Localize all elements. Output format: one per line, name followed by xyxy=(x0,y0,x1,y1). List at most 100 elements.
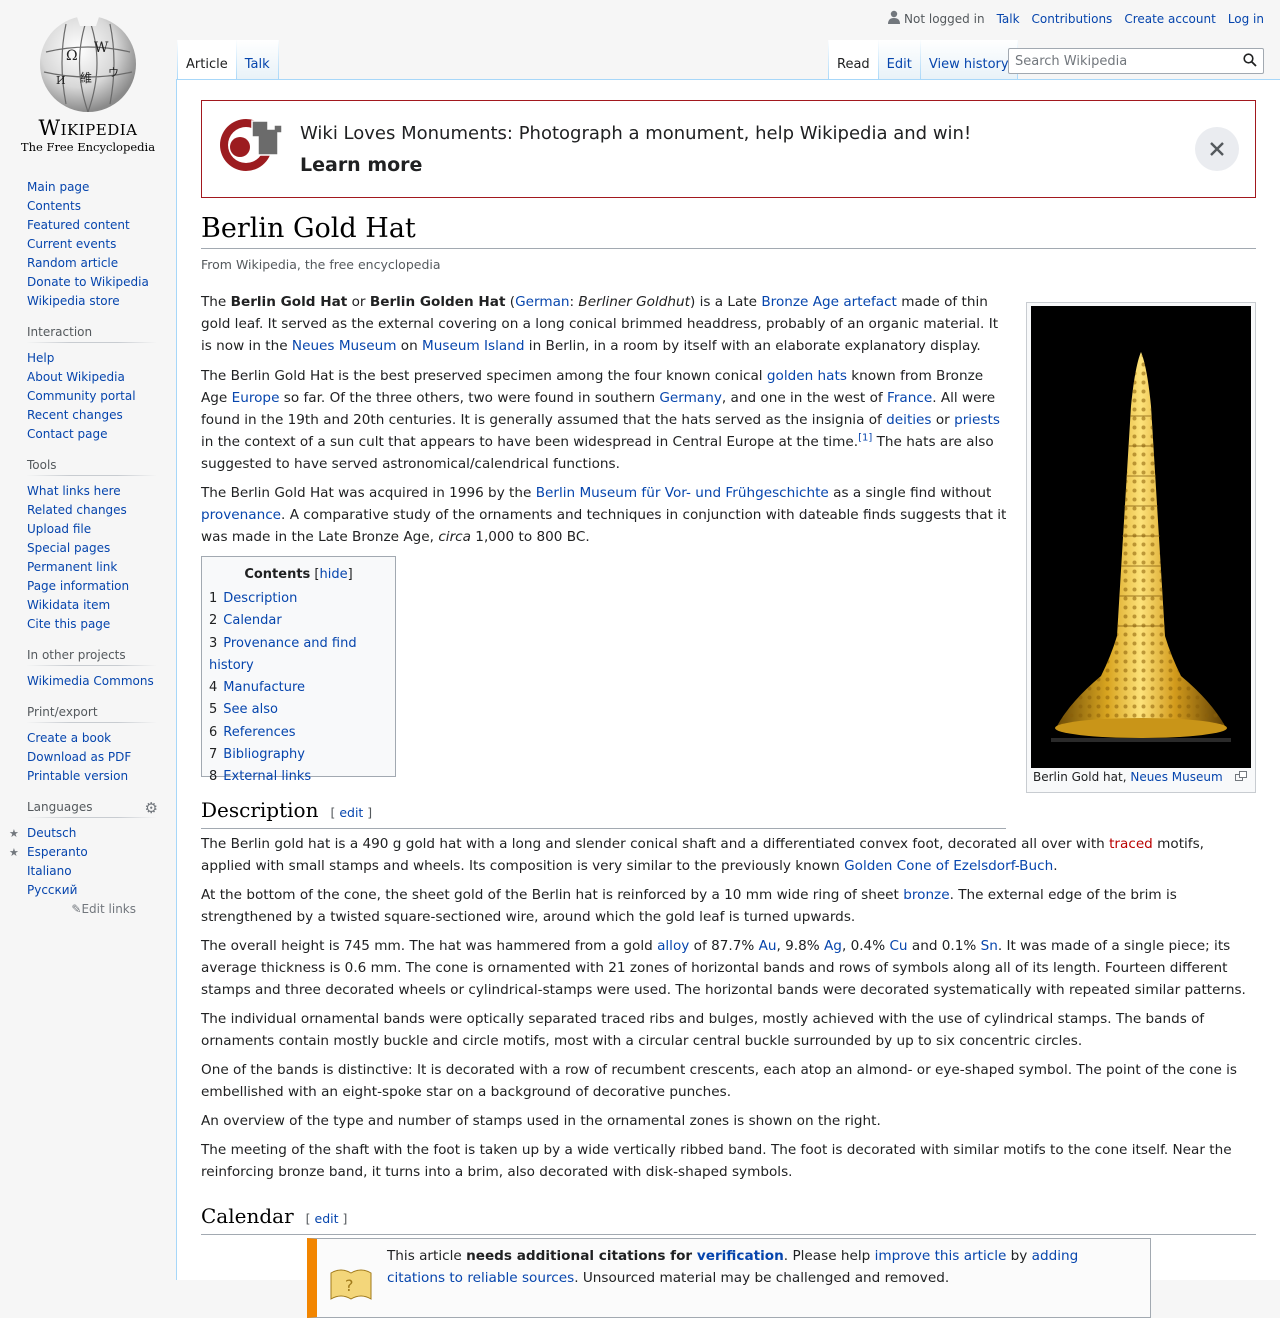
redlink-traced[interactable]: traced xyxy=(1109,836,1153,852)
link-verification[interactable]: verification xyxy=(697,1248,784,1264)
svg-text:Ω: Ω xyxy=(66,48,78,64)
sidebar-item-permanent-link[interactable]: Permanent link xyxy=(27,560,117,574)
lang-item-esperanto[interactable]: Esperanto xyxy=(27,845,88,859)
sidebar-item-random-article[interactable]: Random article xyxy=(27,256,118,270)
link-provenance[interactable]: provenance xyxy=(201,507,281,523)
link-golden-hats[interactable]: golden hats xyxy=(767,368,847,384)
banner-learn-more-link[interactable]: Learn more xyxy=(300,154,422,176)
log-in-link[interactable]: Log in xyxy=(1228,12,1264,26)
wikipedia-logo[interactable]: Ω W 維 И ウ Wikipedia The Free Encyclopedi… xyxy=(0,0,176,160)
section-title: Description xyxy=(201,798,319,822)
link-alloy[interactable]: alloy xyxy=(657,938,689,954)
sidebar-item-contact-page[interactable]: Contact page xyxy=(27,427,107,441)
text: The xyxy=(201,294,231,310)
sidebar-item-special-pages[interactable]: Special pages xyxy=(27,541,110,555)
sidebar-item-featured-content[interactable]: Featured content xyxy=(27,218,130,232)
tab-view-history[interactable]: View history xyxy=(920,40,1018,80)
link-sn[interactable]: Sn xyxy=(981,938,998,954)
toc-item-provenance[interactable]: 3 Provenance and find history xyxy=(209,636,357,673)
sidebar-item-donate[interactable]: Donate to Wikipedia xyxy=(27,275,149,289)
toc-number: 3 xyxy=(209,635,218,651)
sidebar-item-page-information[interactable]: Page information xyxy=(27,579,129,593)
caption-link-neues-museum[interactable]: Neues Museum xyxy=(1130,770,1222,784)
link-cu[interactable]: Cu xyxy=(889,938,907,954)
tab-read[interactable]: Read xyxy=(828,40,879,80)
link-ag[interactable]: Ag xyxy=(824,938,842,954)
link-au[interactable]: Au xyxy=(759,938,777,954)
enlarge-icon[interactable] xyxy=(1235,771,1247,781)
sidebar-item-upload-file[interactable]: Upload file xyxy=(27,522,91,536)
lang-item-russian[interactable]: Русский xyxy=(27,883,77,897)
sidebar-item-cite-this-page[interactable]: Cite this page xyxy=(27,617,110,631)
link-priests[interactable]: priests xyxy=(954,412,1000,428)
link-germany[interactable]: Germany xyxy=(659,390,721,406)
link-golden-cone-ezelsdorf[interactable]: Golden Cone of Ezelsdorf-Buch xyxy=(844,858,1053,874)
link-bronze-age[interactable]: Bronze Age xyxy=(761,294,839,310)
link-europe[interactable]: Europe xyxy=(232,390,280,406)
sidebar-heading-languages: Languages xyxy=(27,800,156,818)
sidebar-item-current-events[interactable]: Current events xyxy=(27,237,116,251)
sidebar-item-store[interactable]: Wikipedia store xyxy=(27,294,120,308)
intro-paragraph-2: The Berlin Gold Hat is the best preserve… xyxy=(201,365,1001,475)
tab-article[interactable]: Article xyxy=(177,40,237,80)
banner-close-button[interactable] xyxy=(1195,127,1239,171)
toc-item-external-links[interactable]: 8 External links xyxy=(209,769,311,784)
sidebar-item-download-pdf[interactable]: Download as PDF xyxy=(27,750,131,764)
create-account-link[interactable]: Create account xyxy=(1124,12,1216,26)
toc-item-references[interactable]: 6 References xyxy=(209,725,296,740)
gear-icon[interactable]: ⚙ xyxy=(145,799,158,817)
sidebar-item-contents[interactable]: Contents xyxy=(27,199,81,213)
table-of-contents: Contents [hide] 1 Description 2 Calendar 3… xyxy=(201,556,396,784)
toc-item-manufacture[interactable]: 4 Manufacture xyxy=(209,680,305,695)
toc-item-calendar[interactable]: 2 Calendar xyxy=(209,613,282,628)
tab-edit[interactable]: Edit xyxy=(878,40,921,80)
link-france[interactable]: France xyxy=(887,390,932,406)
sidebar-item-related-changes[interactable]: Related changes xyxy=(27,503,127,517)
edit-links[interactable]: ✎Edit links xyxy=(27,902,156,916)
sidebar-item-community-portal[interactable]: Community portal xyxy=(27,389,136,403)
link-german[interactable]: German xyxy=(515,294,569,310)
gold-hat-image[interactable] xyxy=(1031,306,1251,768)
lang-item-italiano[interactable]: Italiano xyxy=(27,864,72,878)
sidebar-item-help[interactable]: Help xyxy=(27,351,54,365)
link-berlin-museum[interactable]: Berlin Museum für Vor- und Frühgeschicht… xyxy=(536,485,829,501)
contributions-link[interactable]: Contributions xyxy=(1032,12,1113,26)
lang-item-deutsch[interactable]: Deutsch xyxy=(27,826,76,840)
sidebar-item-recent-changes[interactable]: Recent changes xyxy=(27,408,123,422)
toc-title: Contents [hide] xyxy=(244,567,353,582)
link-artefact[interactable]: artefact xyxy=(843,294,897,310)
link-neues-museum[interactable]: Neues Museum xyxy=(292,338,397,354)
toc-number: 5 xyxy=(209,702,218,718)
sidebar-item-main-page[interactable]: Main page xyxy=(27,180,89,194)
sidebar-item-what-links-here[interactable]: What links here xyxy=(27,484,121,498)
link-deities[interactable]: deities xyxy=(886,412,931,428)
toc-item-description[interactable]: 1 Description xyxy=(209,591,297,606)
wikipedia-globe-icon: Ω W 維 И ウ xyxy=(40,14,136,112)
search-input[interactable] xyxy=(1009,49,1241,73)
sidebar-item-create-book[interactable]: Create a book xyxy=(27,731,111,745)
toc-hide-link[interactable]: hide xyxy=(320,567,348,582)
sidebar-item-about[interactable]: About Wikipedia xyxy=(27,370,125,384)
sidebar-item-wikidata-item[interactable]: Wikidata item xyxy=(27,598,110,612)
user-icon xyxy=(888,10,901,27)
edit-section-link[interactable]: edit xyxy=(339,805,363,820)
link-museum-island[interactable]: Museum Island xyxy=(422,338,524,354)
toc-label: External links xyxy=(223,769,312,785)
svg-text:?: ? xyxy=(345,1276,354,1295)
toc-item-bibliography[interactable]: 7 Bibliography xyxy=(209,747,305,762)
link-bronze[interactable]: bronze xyxy=(903,887,949,903)
toc-item-see-also[interactable]: 5 See also xyxy=(209,702,278,717)
toc-number: 7 xyxy=(209,747,218,763)
site-tagline: From Wikipedia, the free encyclopedia xyxy=(201,257,441,272)
link-improve-article[interactable]: improve this article xyxy=(875,1248,1007,1264)
tab-talk[interactable]: Talk xyxy=(236,40,279,80)
text: on xyxy=(396,338,423,354)
sidebar-item-wikimedia-commons[interactable]: Wikimedia Commons xyxy=(27,674,154,688)
sidebar-item-printable-version[interactable]: Printable version xyxy=(27,769,128,783)
toc-label: References xyxy=(223,724,296,740)
personal-talk-link[interactable]: Talk xyxy=(997,12,1020,26)
reference-link[interactable]: [1] xyxy=(858,432,872,443)
text: , 9.8% xyxy=(776,938,824,954)
search-icon[interactable] xyxy=(1243,53,1259,69)
edit-section-link[interactable]: edit xyxy=(315,1211,339,1226)
